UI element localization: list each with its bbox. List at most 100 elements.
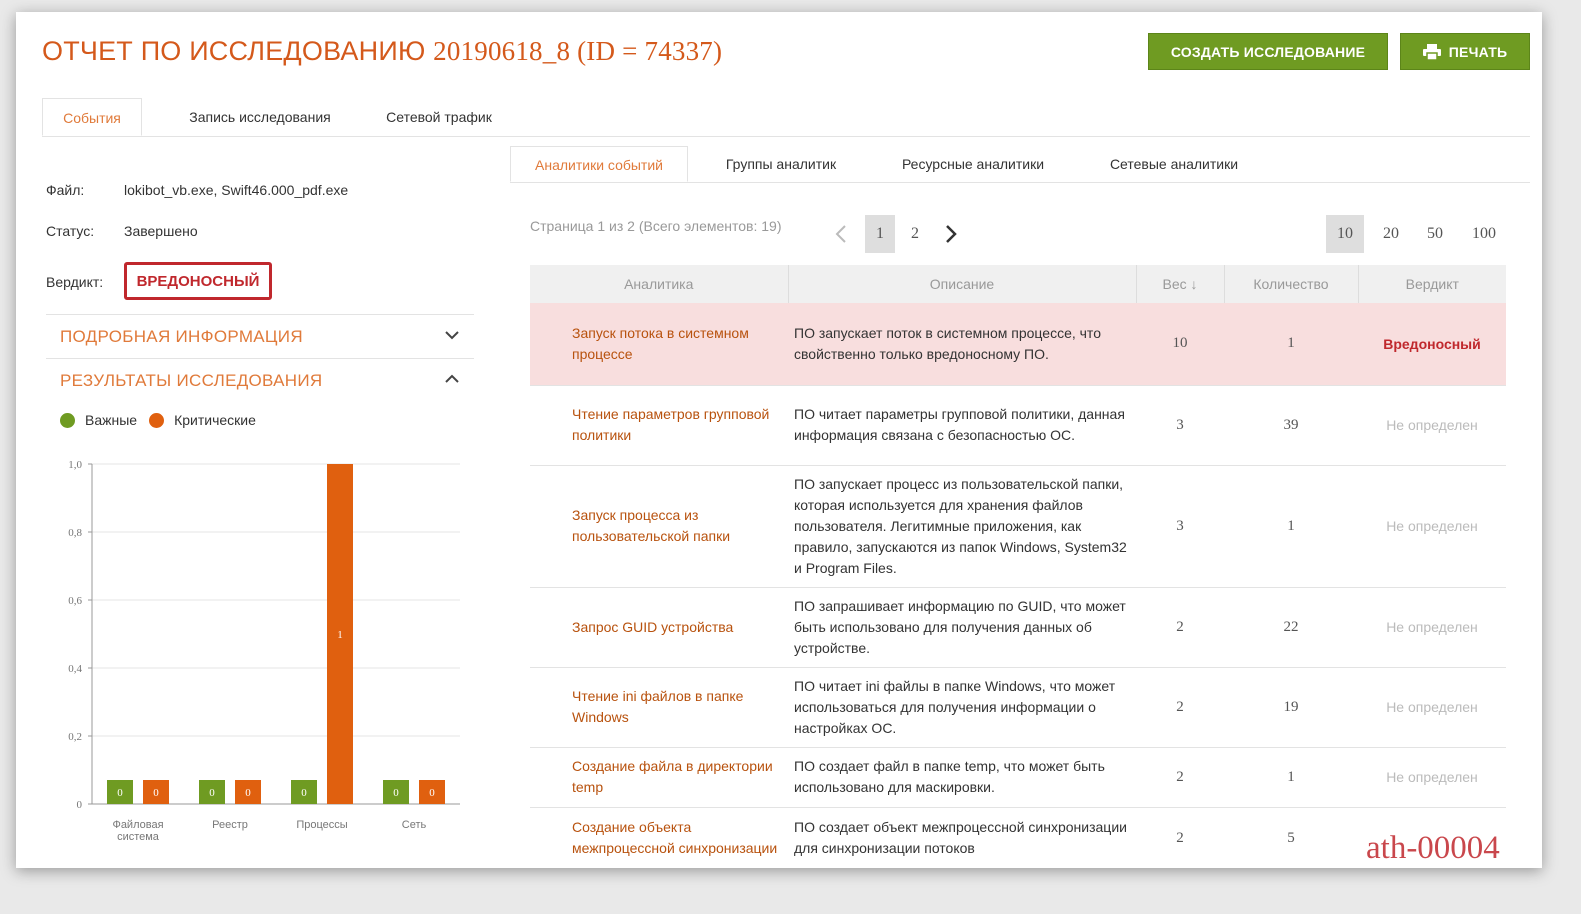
table-row[interactable]: Запуск процесса из пользовательской папк… bbox=[530, 465, 1506, 588]
analytic-cell: Запуск потока в системном процессе bbox=[530, 303, 788, 386]
weight-cell: 2 bbox=[1136, 807, 1224, 868]
chart-legend: Важные Критические bbox=[60, 412, 256, 428]
file-label: Файл: bbox=[46, 182, 85, 198]
count-cell: 1 bbox=[1224, 465, 1358, 588]
description-cell: ПО читает ini файлы в папке Windows, что… bbox=[788, 667, 1136, 748]
create-study-button[interactable]: СОЗДАТЬ ИССЛЕДОВАНИЕ bbox=[1148, 33, 1388, 70]
page-2-button[interactable]: 2 bbox=[900, 215, 930, 253]
table-row[interactable]: Запрос GUID устройства ПО запрашивает инф… bbox=[530, 587, 1506, 668]
y-tick-label: 0 bbox=[77, 799, 83, 811]
page-1-button[interactable]: 1 bbox=[865, 215, 895, 253]
critical-dot-icon bbox=[149, 412, 165, 428]
table-row[interactable]: Создание файла в директории temp ПО созда… bbox=[530, 747, 1506, 808]
x-tick-label: Процессы bbox=[296, 819, 347, 831]
status-label: Статус: bbox=[46, 223, 95, 239]
table-row[interactable]: Чтение параметров групповой политики ПО ч… bbox=[530, 385, 1506, 466]
bar-value-label: 0 bbox=[429, 787, 435, 799]
description-cell: ПО запрашивает информацию по GUID, что м… bbox=[788, 587, 1136, 668]
weight-cell: 2 bbox=[1136, 747, 1224, 808]
header-description[interactable]: Описание bbox=[788, 265, 1137, 303]
description-cell: ПО запускает поток в системном процессе,… bbox=[788, 303, 1136, 386]
x-tick-label: Реестр bbox=[212, 819, 248, 831]
count-cell: 5 bbox=[1224, 807, 1358, 868]
count-cell: 19 bbox=[1224, 667, 1358, 748]
verdict-badge: ВРЕДОНОСНЫЙ bbox=[124, 262, 272, 300]
description-cell: ПО создает объект межпроцессной синхрони… bbox=[788, 807, 1136, 868]
details-section-header[interactable]: ПОДРОБНАЯ ИНФОРМАЦИЯ bbox=[46, 314, 474, 358]
printer-icon bbox=[1422, 43, 1441, 60]
results-section-header[interactable]: РЕЗУЛЬТАТЫ ИССЛЕДОВАНИЯ bbox=[46, 358, 474, 402]
x-tick-label: Файловая bbox=[112, 819, 163, 831]
chevron-up-icon bbox=[445, 374, 459, 383]
analytic-cell: Создание файла в директории temp bbox=[530, 747, 788, 808]
tab-events[interactable]: События bbox=[42, 98, 142, 136]
weight-cell: 3 bbox=[1136, 465, 1224, 588]
verdict-label: Вердикт: bbox=[46, 274, 104, 290]
description-cell: ПО запускает процесс из пользовательской… bbox=[788, 465, 1136, 588]
description-cell: ПО читает параметры групповой политики, … bbox=[788, 385, 1136, 466]
y-tick-label: 0,8 bbox=[68, 527, 82, 539]
x-tick-label: Сеть bbox=[402, 819, 427, 831]
analytics-table: Аналитика Описание Вес ↓ Количество Верд… bbox=[530, 265, 1506, 868]
verdict-cell: Вредоносный bbox=[1358, 303, 1506, 386]
report-window: ОТЧЕТ ПО ИССЛЕДОВАНИЮ 20190618_8 (ID = 7… bbox=[16, 12, 1542, 868]
bar-value-label: 0 bbox=[245, 787, 251, 799]
weight-cell: 3 bbox=[1136, 385, 1224, 466]
y-tick-label: 0,4 bbox=[68, 663, 82, 675]
tab-event-analytics[interactable]: Аналитики событий bbox=[510, 146, 688, 182]
y-tick-label: 0,6 bbox=[68, 595, 82, 607]
tab-study-recording[interactable]: Запись исследования bbox=[168, 98, 352, 136]
bar-value-label: 0 bbox=[301, 787, 307, 799]
description-cell: ПО создает файл в папке temp, что может … bbox=[788, 747, 1136, 808]
results-section-label: РЕЗУЛЬТАТЫ ИССЛЕДОВАНИЯ bbox=[60, 371, 323, 390]
y-tick-label: 0,2 bbox=[68, 731, 82, 743]
bar-value-label: 0 bbox=[153, 787, 159, 799]
header-analytic[interactable]: Аналитика bbox=[530, 265, 789, 303]
tab-network-traffic[interactable]: Сетевой трафик bbox=[378, 98, 500, 136]
verdict-cell: Не определен bbox=[1358, 667, 1506, 748]
create-study-label: СОЗДАТЬ ИССЛЕДОВАНИЕ bbox=[1170, 43, 1366, 60]
chevron-right-icon[interactable] bbox=[944, 224, 958, 244]
results-chart: 0 0,2 0,4 0,6 0,8 1,0 0 0 Файловаясистема 0 0 Реест… bbox=[68, 459, 460, 843]
verdict-cell: Не определен bbox=[1358, 747, 1506, 808]
page-title: ОТЧЕТ ПО ИССЛЕДОВАНИЮ 20190618_8 (ID = 7… bbox=[42, 36, 722, 67]
verdict-cell: Не определен bbox=[1358, 465, 1506, 588]
analytic-cell: Чтение параметров групповой политики bbox=[530, 385, 788, 466]
analytic-cell: Чтение ini файлов в папке Windows bbox=[530, 667, 788, 748]
table-row[interactable]: Запуск потока в системном процессе ПО зап… bbox=[530, 303, 1506, 386]
bar-value-label: 0 bbox=[117, 787, 123, 799]
header-weight[interactable]: Вес ↓ bbox=[1136, 265, 1225, 303]
count-cell: 39 bbox=[1224, 385, 1358, 466]
analytic-cell: Создание объекта межпроцессной синхрониз… bbox=[530, 807, 788, 868]
main-tabs: События Запись исследования Сетевой траф… bbox=[42, 98, 1530, 137]
weight-cell: 10 bbox=[1136, 303, 1224, 386]
watermark: ath-00004 bbox=[1366, 830, 1500, 866]
weight-cell: 2 bbox=[1136, 667, 1224, 748]
page-size-10[interactable]: 10 bbox=[1326, 215, 1364, 253]
tab-network-analytics[interactable]: Сетевые аналитики bbox=[1094, 146, 1254, 182]
header-count[interactable]: Количество bbox=[1224, 265, 1359, 303]
count-cell: 22 bbox=[1224, 587, 1358, 668]
bar-value-label: 1 bbox=[337, 629, 343, 641]
title-id: 20190618_8 (ID = 74337) bbox=[433, 36, 723, 66]
important-dot-icon bbox=[60, 412, 75, 428]
chevron-left-icon[interactable] bbox=[834, 224, 848, 244]
verdict-cell: Не определен bbox=[1358, 587, 1506, 668]
count-cell: 1 bbox=[1224, 747, 1358, 808]
tab-analytic-groups[interactable]: Группы аналитик bbox=[710, 146, 852, 182]
header-verdict[interactable]: Вердикт bbox=[1358, 265, 1506, 303]
table-row[interactable]: Создание объекта межпроцессной синхрониз… bbox=[530, 807, 1506, 868]
page-size-20[interactable]: 20 bbox=[1376, 215, 1406, 253]
analytic-cell: Запуск процесса из пользовательской папк… bbox=[530, 465, 788, 588]
count-cell: 1 bbox=[1224, 303, 1358, 386]
title-prefix: ОТЧЕТ ПО ИССЛЕДОВАНИЮ bbox=[42, 36, 426, 66]
chevron-down-icon bbox=[445, 331, 459, 340]
legend-critical: Критические bbox=[174, 412, 256, 428]
page-size-100[interactable]: 100 bbox=[1464, 215, 1504, 253]
verdict-cell: Не определен bbox=[1358, 385, 1506, 466]
page-size-50[interactable]: 50 bbox=[1420, 215, 1450, 253]
tab-resource-analytics[interactable]: Ресурсные аналитики bbox=[882, 146, 1064, 182]
print-button[interactable]: ПЕЧАТЬ bbox=[1400, 33, 1530, 70]
table-row[interactable]: Чтение ini файлов в папке Windows ПО чита… bbox=[530, 667, 1506, 748]
file-value: lokibot_vb.exe, Swift46.000_pdf.exe bbox=[124, 182, 349, 198]
